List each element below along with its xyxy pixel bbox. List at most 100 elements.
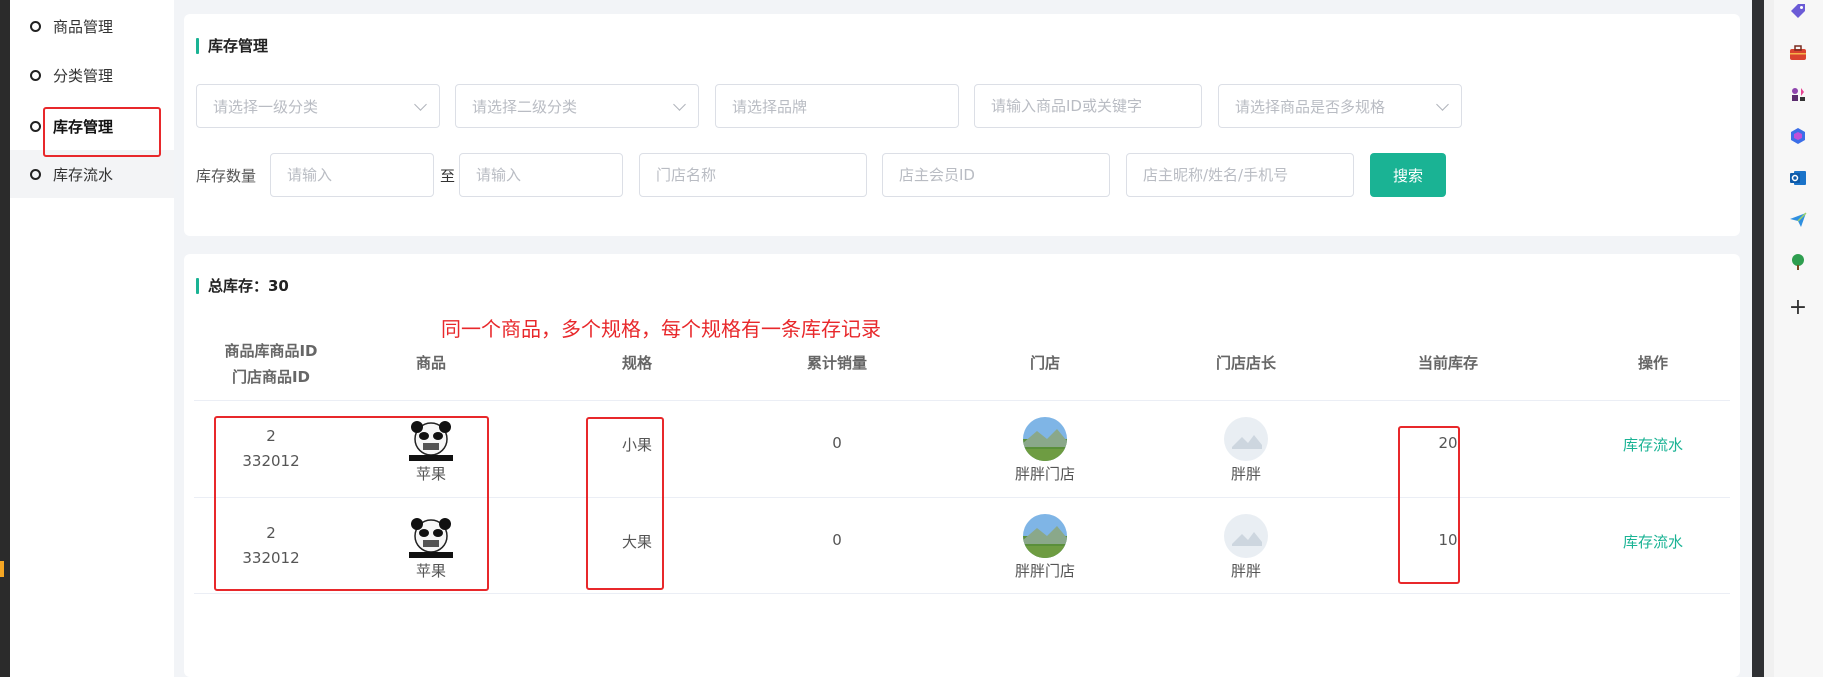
store-goods-id: 332012 <box>242 549 300 567</box>
stock-min-input[interactable] <box>287 166 433 184</box>
store-name-input[interactable] <box>656 166 866 184</box>
inventory-list-panel: 总库存：30 同一个商品，多个规格，每个规格有一条库存记录 商品库商品ID 门店… <box>184 254 1740 677</box>
copilot-icon[interactable] <box>1788 126 1808 146</box>
sidebar-item-goods[interactable]: 商品管理 <box>10 2 174 50</box>
header-action: 操作 <box>1637 354 1668 372</box>
sidebar: 商品管理 分类管理 库存管理 库存流水 <box>10 0 174 677</box>
filter-title: 库存管理 <box>196 38 268 54</box>
category2-select[interactable]: 请选择二级分类 <box>455 84 699 128</box>
keyword-input[interactable] <box>991 97 1201 115</box>
inventory-flow-link[interactable]: 库存流水 <box>1623 533 1683 551</box>
circle-bullet-icon <box>30 69 41 81</box>
table-divider <box>194 400 1730 401</box>
sidebar-item-category[interactable]: 分类管理 <box>10 51 174 99</box>
owner-info-wrap <box>1126 153 1354 197</box>
chevron-down-icon <box>673 98 686 111</box>
select-placeholder: 请选择二级分类 <box>472 97 578 116</box>
product-image[interactable] <box>409 417 453 461</box>
lib-goods-id: 2 <box>266 524 276 542</box>
table-divider <box>194 593 1730 594</box>
owner-avatar <box>1224 417 1268 461</box>
send-icon[interactable] <box>1788 210 1808 230</box>
edge-marker <box>0 561 4 577</box>
circle-bullet-icon <box>30 20 41 32</box>
header-lib-id: 商品库商品ID <box>224 342 318 360</box>
product-cell: 苹果 <box>346 417 516 484</box>
inventory-flow-link[interactable]: 库存流水 <box>1623 436 1683 454</box>
field-placeholder: 请选择品牌 <box>732 97 808 116</box>
chess-icon[interactable] <box>1788 84 1808 104</box>
lib-goods-id: 2 <box>266 427 276 445</box>
owner-name: 胖胖 <box>1230 465 1261 483</box>
keyword-input-wrap <box>974 84 1202 128</box>
toolbox-icon[interactable] <box>1788 43 1808 63</box>
stock-cell: 20 <box>1438 434 1458 452</box>
action-cell: 库存流水 <box>1578 531 1728 552</box>
window-gap <box>1764 0 1774 677</box>
header-store-goods-id: 门店商品ID <box>231 368 311 386</box>
sales-cell: 0 <box>832 531 842 549</box>
total-stock-title: 总库存：30 <box>196 278 289 294</box>
header-sales: 累计销量 <box>806 354 867 372</box>
search-button[interactable]: 搜索 <box>1370 153 1446 197</box>
stock-max-input[interactable] <box>476 166 622 184</box>
sidebar-item-label: 库存流水 <box>53 165 114 184</box>
store-name-wrap <box>639 153 867 197</box>
stock-quantity-label: 库存数量 <box>196 167 257 185</box>
owner-info-input[interactable] <box>1143 166 1353 184</box>
circle-bullet-icon <box>30 120 41 132</box>
store-name: 胖胖门店 <box>1014 465 1075 483</box>
window-edge-strip <box>0 0 10 677</box>
range-to-label: 至 <box>440 167 456 185</box>
select-placeholder: 请选择商品是否多规格 <box>1235 97 1386 116</box>
spec-cell: 小果 <box>621 436 652 454</box>
header-product: 商品 <box>415 354 446 372</box>
outlook-icon[interactable] <box>1788 168 1808 188</box>
category1-select[interactable]: 请选择一级分类 <box>196 84 440 128</box>
store-avatar <box>1023 514 1067 558</box>
sales-cell: 0 <box>832 434 842 452</box>
sidebar-item-inventory[interactable]: 库存管理 <box>10 102 174 150</box>
select-placeholder: 请选择一级分类 <box>213 97 319 116</box>
sidebar-item-label: 商品管理 <box>53 17 114 36</box>
owner-name: 胖胖 <box>1230 562 1261 580</box>
sidebar-item-label: 库存管理 <box>53 117 114 136</box>
stock-cell: 10 <box>1438 531 1458 549</box>
owner-avatar <box>1224 514 1268 558</box>
header-ids: 商品库商品ID 门店商品ID <box>196 338 346 390</box>
sidebar-item-label: 分类管理 <box>53 66 114 85</box>
brand-field[interactable]: 请选择品牌 <box>715 84 959 128</box>
store-cell: 胖胖门店 <box>916 417 1174 484</box>
store-goods-id: 332012 <box>242 452 300 470</box>
window-scroll-divider <box>1752 0 1764 677</box>
header-spec: 规格 <box>621 354 652 372</box>
product-image[interactable] <box>409 514 453 558</box>
chevron-down-icon <box>414 98 427 111</box>
stock-min-wrap <box>270 153 434 197</box>
app-bar: + <box>1774 0 1823 677</box>
owner-cell: 胖胖 <box>1174 417 1318 484</box>
table-divider <box>194 497 1730 498</box>
store-avatar <box>1023 417 1067 461</box>
sidebar-item-inventory-flow[interactable]: 库存流水 <box>10 150 174 198</box>
tag-icon[interactable] <box>1788 1 1808 21</box>
header-store: 门店 <box>1029 354 1060 372</box>
spec-cell: 大果 <box>621 533 652 551</box>
header-owner: 门店店长 <box>1215 354 1276 372</box>
owner-cell: 胖胖 <box>1174 514 1318 581</box>
product-cell: 苹果 <box>346 514 516 581</box>
product-name: 苹果 <box>415 465 446 483</box>
action-cell: 库存流水 <box>1578 434 1728 455</box>
circle-bullet-icon <box>30 168 41 180</box>
id-cell: 2 332012 <box>196 521 346 571</box>
tree-icon[interactable] <box>1788 252 1808 272</box>
store-name: 胖胖门店 <box>1014 562 1075 580</box>
annotation-note: 同一个商品，多个规格，每个规格有一条库存记录 <box>441 317 881 341</box>
filter-panel: 库存管理 请选择一级分类 请选择二级分类 请选择品牌 请选择商品是否多规格 库存… <box>184 14 1740 236</box>
multispec-select[interactable]: 请选择商品是否多规格 <box>1218 84 1462 128</box>
plus-icon[interactable]: + <box>1788 297 1808 319</box>
store-cell: 胖胖门店 <box>916 514 1174 581</box>
chevron-down-icon <box>1436 98 1449 111</box>
owner-id-input[interactable] <box>899 166 1109 184</box>
owner-id-wrap <box>882 153 1110 197</box>
